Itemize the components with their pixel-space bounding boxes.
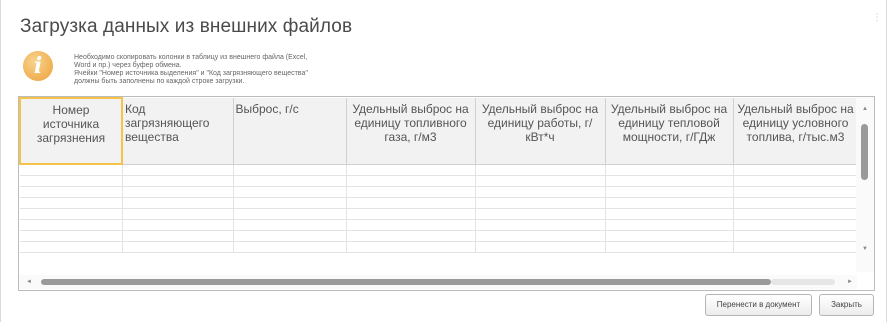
table-cell[interactable] bbox=[20, 208, 123, 220]
transfer-to-document-button[interactable]: Перенести в документ bbox=[705, 294, 812, 316]
table-cell[interactable] bbox=[233, 219, 347, 231]
info-line: Ячейки "Номер источника выделения" и "Ко… bbox=[74, 70, 308, 77]
table-cell[interactable] bbox=[20, 241, 123, 253]
table-cell[interactable] bbox=[233, 208, 347, 220]
table-cell[interactable] bbox=[605, 241, 734, 253]
table-cell[interactable] bbox=[233, 175, 347, 187]
scroll-right-icon[interactable]: ► bbox=[845, 277, 855, 287]
table-cell[interactable] bbox=[733, 164, 859, 176]
table-cell[interactable] bbox=[475, 175, 606, 187]
column-header-emission-per-thermal-power[interactable]: Удельный выброс на единицу тепловой мощн… bbox=[605, 98, 734, 165]
info-line: должны быть заполнены по каждой строке з… bbox=[74, 78, 245, 85]
table-cell[interactable] bbox=[346, 208, 476, 220]
table-cell[interactable] bbox=[475, 219, 606, 231]
table-cell[interactable] bbox=[20, 175, 123, 187]
column-header-source-number[interactable]: Номер источника загрязнения bbox=[19, 97, 123, 165]
table-cell[interactable] bbox=[733, 208, 859, 220]
table-cell[interactable] bbox=[20, 164, 123, 176]
table-row[interactable] bbox=[20, 164, 859, 176]
table-row[interactable] bbox=[20, 175, 859, 187]
table-cell[interactable] bbox=[605, 208, 734, 220]
table-cell[interactable] bbox=[233, 241, 347, 253]
table-cell[interactable] bbox=[346, 186, 476, 198]
scroll-down-icon[interactable]: ▼ bbox=[860, 245, 870, 253]
table-cell[interactable] bbox=[605, 164, 734, 176]
table-cell[interactable] bbox=[475, 208, 606, 220]
info-line: Необходимо скопировать колонки в таблицу… bbox=[74, 54, 308, 61]
table-cell[interactable] bbox=[122, 164, 234, 176]
table-cell[interactable] bbox=[733, 219, 859, 231]
table-cell[interactable] bbox=[233, 186, 347, 198]
table-cell[interactable] bbox=[475, 197, 606, 209]
table-cell[interactable] bbox=[475, 164, 606, 176]
table-cell[interactable] bbox=[122, 230, 234, 242]
column-header-substance-code[interactable]: Код загрязняющего вещества bbox=[122, 98, 234, 165]
table-cell[interactable] bbox=[233, 230, 347, 242]
table-cell[interactable] bbox=[20, 219, 123, 231]
horizontal-scroll-track[interactable] bbox=[771, 279, 835, 285]
table-row[interactable] bbox=[20, 230, 859, 242]
table-cell[interactable] bbox=[122, 219, 234, 231]
info-icon: i bbox=[23, 51, 53, 81]
vertical-scrollbar[interactable]: ▲ ▼ bbox=[856, 97, 874, 272]
table-cell[interactable] bbox=[733, 186, 859, 198]
column-header-emission-per-work[interactable]: Удельный выброс на единицу работы, г/кВт… bbox=[475, 98, 606, 165]
table-cell[interactable] bbox=[346, 197, 476, 209]
table-row[interactable] bbox=[20, 186, 859, 198]
table-cell[interactable] bbox=[605, 230, 734, 242]
table-cell[interactable] bbox=[733, 175, 859, 187]
table-body[interactable] bbox=[20, 164, 859, 253]
scroll-up-icon[interactable]: ▲ bbox=[860, 105, 870, 113]
table-cell[interactable] bbox=[122, 186, 234, 198]
table-cell[interactable] bbox=[122, 208, 234, 220]
scroll-left-icon[interactable]: ◄ bbox=[24, 277, 34, 287]
table-row[interactable] bbox=[20, 219, 859, 231]
table-cell[interactable] bbox=[122, 197, 234, 209]
table-cell[interactable] bbox=[605, 197, 734, 209]
column-header-emission-per-fuel-gas[interactable]: Удельный выброс на единицу топливного га… bbox=[346, 98, 476, 165]
table-row[interactable] bbox=[20, 197, 859, 209]
column-header-emission[interactable]: Выброс, г/с bbox=[233, 98, 347, 165]
table-cell[interactable] bbox=[733, 230, 859, 242]
table-cell[interactable] bbox=[20, 186, 123, 198]
dialog-title: Загрузка данных из внешних файлов bbox=[20, 16, 353, 37]
table-cell[interactable] bbox=[20, 230, 123, 242]
table-cell[interactable] bbox=[122, 175, 234, 187]
table-cell[interactable] bbox=[233, 197, 347, 209]
table-cell[interactable] bbox=[122, 241, 234, 253]
more-icon[interactable]: ⋮ bbox=[872, 12, 882, 22]
table-cell[interactable] bbox=[605, 175, 734, 187]
close-button[interactable]: Закрыть bbox=[819, 294, 874, 316]
table-row[interactable] bbox=[20, 208, 859, 220]
table-cell[interactable] bbox=[605, 219, 734, 231]
horizontal-scrollbar[interactable]: ◄ ► bbox=[19, 275, 857, 289]
import-grid[interactable]: Номер источника загрязнения Код загрязня… bbox=[19, 97, 859, 253]
table-cell[interactable] bbox=[233, 164, 347, 176]
table-row[interactable] bbox=[20, 241, 859, 253]
table-cell[interactable] bbox=[733, 241, 859, 253]
table-cell[interactable] bbox=[346, 175, 476, 187]
table-cell[interactable] bbox=[20, 197, 123, 209]
horizontal-scroll-thumb[interactable] bbox=[41, 279, 771, 285]
table-cell[interactable] bbox=[475, 230, 606, 242]
import-table[interactable]: Номер источника загрязнения Код загрязня… bbox=[18, 96, 875, 291]
table-cell[interactable] bbox=[346, 241, 476, 253]
info-line: Word и пр.) через буфер обмена. bbox=[74, 62, 182, 69]
table-cell[interactable] bbox=[346, 164, 476, 176]
table-cell[interactable] bbox=[733, 197, 859, 209]
table-cell[interactable] bbox=[346, 230, 476, 242]
table-cell[interactable] bbox=[475, 241, 606, 253]
vertical-scroll-thumb[interactable] bbox=[861, 124, 868, 180]
dialog-window: Загрузка данных из внешних файлов ⋮ i Не… bbox=[0, 0, 887, 322]
table-cell[interactable] bbox=[475, 186, 606, 198]
table-cell[interactable] bbox=[605, 186, 734, 198]
table-cell[interactable] bbox=[346, 219, 476, 231]
info-message: Необходимо скопировать колонки в таблицу… bbox=[74, 54, 404, 86]
column-header-emission-per-conventional-fuel[interactable]: Удельный выброс на единицу условного топ… bbox=[733, 98, 859, 165]
